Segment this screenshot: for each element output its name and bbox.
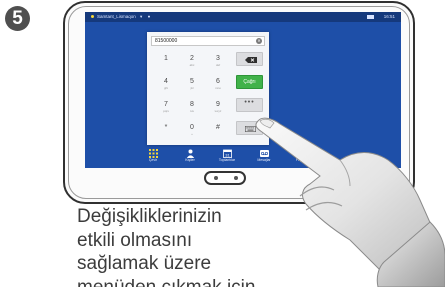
keypad-key[interactable]: * [153, 118, 179, 141]
key-letters: tuv [189, 109, 194, 113]
keypad-key[interactable]: 4 ghi [153, 72, 179, 95]
clock: 16:51 [383, 14, 395, 19]
key-digit: 7 [164, 101, 168, 108]
status-bar-left: Samtant_Lismaqon ▾ ● [91, 12, 150, 22]
key-letters: ghi [163, 86, 168, 90]
keypad-key[interactable]: # [205, 118, 231, 141]
key-letters: jkl [190, 86, 194, 90]
status-dot-icon [91, 15, 94, 19]
keyboard-icon [245, 126, 256, 132]
key-letters: wxyz [214, 109, 222, 113]
keypad-key[interactable]: 6 mno [205, 72, 231, 95]
backspace-icon [245, 57, 257, 63]
caption-line: etkili olmasını [77, 229, 193, 251]
toolbar-item-messages[interactable]: Mesajlar [247, 148, 281, 168]
status-led-icon [234, 176, 238, 180]
key-digit: 8 [190, 101, 194, 108]
bottom-toolbar: Çevir Kişiler 31 Toplantılar Mesajlar Pa… [85, 148, 401, 168]
key-digit: * [164, 124, 168, 131]
step-number-badge: 5 [5, 6, 30, 31]
calendar-icon: 31 [222, 149, 232, 158]
key-letters: + [191, 132, 193, 136]
device-status-pill [204, 171, 246, 185]
keypad-key[interactable]: 0 + [179, 118, 205, 141]
keypad-key[interactable]: 9 wxyz [205, 95, 231, 118]
key-digit: 6 [216, 78, 220, 85]
svg-text:31: 31 [225, 153, 230, 158]
dial-input-value: 81500000 [155, 38, 178, 44]
toolbar-item-meetings[interactable]: 31 Toplantılar [210, 148, 244, 168]
key-letters: abc [189, 63, 195, 67]
dial-panel: 81500000 ✕ 1 2 abc 3 def 4 ghi 5 jkl 6 m… [147, 32, 269, 145]
status-led-icon [214, 176, 218, 180]
caption-line: Değişikliklerinizin [77, 206, 222, 227]
backspace-button[interactable] [236, 52, 263, 66]
caption-line: sağlamak üzere [77, 253, 212, 274]
voicemail-icon [259, 150, 269, 157]
key-digit: 4 [164, 78, 168, 85]
toolbar-item-share[interactable]: Paylaş [284, 148, 318, 168]
help-page: 5 Samtant_Lismaqon ▾ ● 16:51 81500000 ✕ [0, 0, 445, 287]
dial-input[interactable]: 81500000 ✕ [151, 36, 265, 46]
toolbar-label: Kişiler [185, 158, 195, 162]
clear-icon[interactable]: ✕ [256, 38, 262, 44]
share-icon [296, 150, 306, 158]
key-digit: 9 [216, 101, 220, 108]
key-digit: 1 [164, 55, 168, 62]
keyboard-button[interactable] [236, 121, 263, 135]
chevron-icon[interactable]: ▾ [140, 14, 142, 19]
keypad: 1 2 abc 3 def 4 ghi 5 jkl 6 mno 7 pqrs 8… [153, 49, 231, 141]
toolbar-label: Toplantılar [218, 158, 236, 162]
instruction-caption: Değişikliklerinizin etkili olmasını sağl… [77, 205, 307, 287]
person-icon [186, 149, 194, 158]
toolbar-item-contacts[interactable]: Kişiler [173, 148, 207, 168]
key-letters: def [215, 63, 221, 67]
caption-line: menüden çıkmak için [77, 276, 256, 287]
camera-icon[interactable] [366, 14, 374, 19]
key-letters: mno [215, 86, 221, 90]
keypad-key[interactable]: 2 abc [179, 49, 205, 72]
grid-icon [148, 149, 158, 158]
system-name: Samtant_Lismaqon [97, 14, 136, 19]
toolbar-item-dial[interactable]: Çevir [136, 148, 170, 168]
key-digit: 2 [190, 55, 194, 62]
keypad-key[interactable]: 5 jkl [179, 72, 205, 95]
device-screen: Samtant_Lismaqon ▾ ● 16:51 81500000 ✕ 1 … [85, 12, 401, 168]
toolbar-label: Mesajlar [257, 158, 271, 162]
status-bar-right: 16:51 [366, 12, 395, 22]
keypad-key[interactable]: 8 tuv [179, 95, 205, 118]
alert-icon[interactable]: ● [148, 14, 151, 19]
toolbar-label: Çevir [148, 158, 158, 162]
call-button[interactable]: Çağrı [236, 75, 263, 89]
status-bar: Samtant_Lismaqon ▾ ● 16:51 [85, 12, 401, 22]
key-digit: # [216, 124, 220, 131]
toolbar-label: Paylaş [295, 158, 307, 162]
keypad-key[interactable]: 7 pqrs [153, 95, 179, 118]
keypad-key[interactable]: 1 [153, 49, 179, 72]
key-digit: 3 [216, 55, 220, 62]
keypad-key[interactable]: 3 def [205, 49, 231, 72]
key-letters: pqrs [163, 109, 169, 113]
key-digit: 5 [190, 78, 194, 85]
key-digit: 0 [190, 124, 194, 131]
more-options-button[interactable]: ••• [236, 98, 263, 112]
